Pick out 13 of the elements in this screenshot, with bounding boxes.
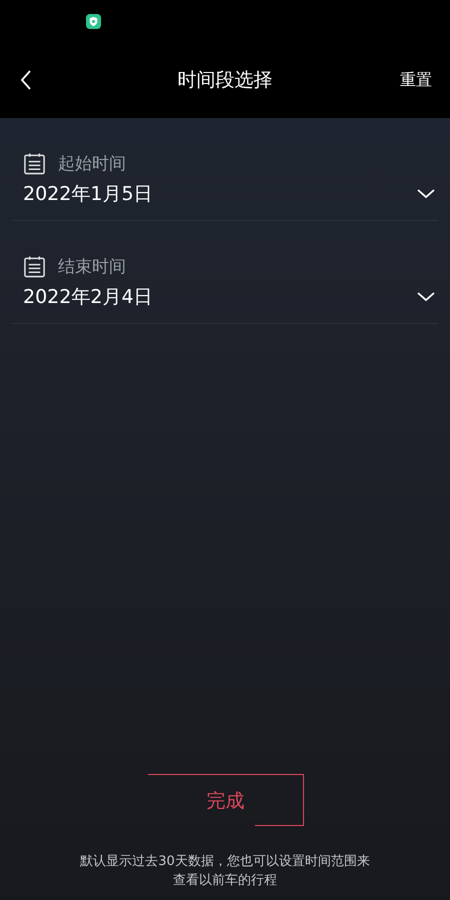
calendar-icon [23, 152, 46, 175]
done-button[interactable]: 完成 [148, 774, 304, 826]
hint-text: 默认显示过去30天数据，您也可以设置时间范围来查看以前车的行程 [79, 853, 371, 890]
chevron-down-icon [417, 189, 435, 199]
calendar-icon [23, 255, 46, 278]
date-dropdown[interactable]: 2022年2月4日 [12, 278, 438, 310]
date-dropdown[interactable]: 2022年1月5日 [12, 175, 438, 207]
shield-icon [86, 14, 101, 28]
field-label: 起始时间 [58, 153, 126, 175]
field-label: 结束时间 [58, 256, 126, 278]
page-title: 时间段选择 [178, 68, 272, 93]
reset-button[interactable]: 重置 [396, 66, 436, 94]
chevron-down-icon [417, 292, 435, 302]
